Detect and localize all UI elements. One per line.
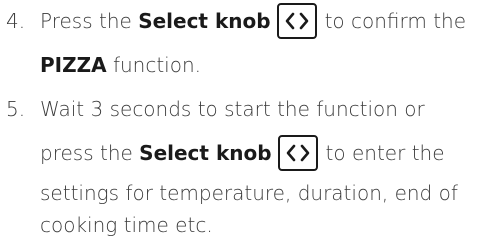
step-number: 4. (6, 9, 26, 33)
step-5-line-3: settings for temperature, duration, end … (40, 176, 458, 210)
step-number: 5. (6, 97, 26, 121)
step-5-line-2: press the Select knob to enter the (40, 135, 445, 171)
select-knob-icon (277, 135, 318, 171)
step-text: to enter the (325, 141, 445, 165)
step-text: press the (40, 141, 140, 165)
step-text: cooking time etc. (40, 213, 213, 237)
select-knob-label: Select knob (138, 9, 271, 33)
step-4-line-2: PIZZA function. (40, 48, 201, 82)
step-5-line-1: 5. Wait 3 seconds to start the function … (6, 92, 425, 126)
select-knob-icon (276, 3, 317, 39)
step-text: to confirm the (324, 9, 467, 33)
step-text: Press the (40, 9, 139, 33)
step-4-line-1: 4. Press the Select knob to confirm the (6, 3, 467, 39)
step-text: Wait 3 seconds to start the function or (40, 97, 425, 121)
select-knob-label: Select knob (139, 141, 272, 165)
step-5-line-4: cooking time etc. (40, 208, 213, 242)
step-text: function. (106, 53, 202, 77)
function-name: PIZZA (40, 53, 107, 77)
step-text: settings for temperature, duration, end … (40, 181, 458, 205)
